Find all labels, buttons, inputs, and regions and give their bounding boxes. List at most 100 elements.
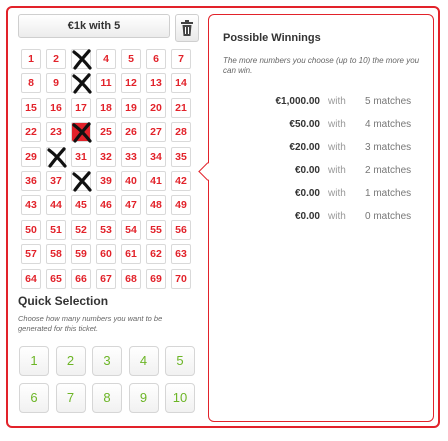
quick-select-button[interactable]: 3 bbox=[92, 346, 122, 376]
number-cell[interactable] bbox=[71, 49, 92, 70]
quick-select-button[interactable]: 10 bbox=[165, 383, 195, 413]
number-cell[interactable]: 27 bbox=[146, 122, 166, 143]
with-label: with bbox=[328, 119, 346, 130]
number-cell[interactable]: 43 bbox=[21, 195, 41, 216]
number-cell[interactable]: 33 bbox=[121, 146, 141, 167]
with-label: with bbox=[328, 188, 346, 199]
x-mark-icon bbox=[72, 122, 92, 143]
quick-select-button[interactable]: 1 bbox=[19, 346, 49, 376]
quick-select-button[interactable]: 9 bbox=[128, 383, 159, 413]
number-cell[interactable]: 29 bbox=[21, 146, 41, 167]
number-cell[interactable]: 19 bbox=[121, 97, 141, 118]
winnings-amount: €0.00 bbox=[294, 188, 320, 199]
clear-ticket-button[interactable] bbox=[175, 14, 199, 42]
number-cell[interactable]: 23 bbox=[46, 122, 66, 143]
winnings-amount: €20.00 bbox=[289, 142, 320, 153]
number-cell[interactable]: 22 bbox=[21, 122, 41, 143]
with-label: with bbox=[328, 96, 346, 107]
number-cell[interactable]: 17 bbox=[71, 97, 91, 118]
number-cell[interactable]: 68 bbox=[121, 268, 141, 289]
number-cell[interactable]: 55 bbox=[146, 219, 166, 240]
number-cell[interactable]: 51 bbox=[46, 219, 66, 240]
number-cell[interactable]: 26 bbox=[121, 122, 141, 143]
number-cell[interactable]: 4 bbox=[96, 49, 116, 69]
number-cell[interactable]: 13 bbox=[146, 73, 166, 94]
matches-label: 2 matches bbox=[365, 165, 412, 176]
trash-icon bbox=[181, 20, 193, 36]
winnings-amount: €50.00 bbox=[289, 119, 320, 130]
number-cell[interactable]: 52 bbox=[71, 219, 91, 240]
number-cell[interactable]: 61 bbox=[121, 244, 141, 265]
number-cell[interactable]: 58 bbox=[46, 244, 66, 265]
quick-select-button[interactable]: 2 bbox=[55, 346, 86, 376]
x-mark-icon bbox=[72, 49, 92, 70]
matches-label: 3 matches bbox=[365, 142, 412, 153]
number-cell[interactable]: 62 bbox=[146, 244, 166, 265]
number-cell[interactable]: 69 bbox=[146, 268, 166, 289]
number-cell[interactable]: 53 bbox=[96, 219, 116, 240]
quick-selection-description: Choose how many numbers you want to be g… bbox=[18, 314, 163, 333]
number-cell[interactable]: 37 bbox=[46, 171, 66, 191]
number-cell[interactable]: 21 bbox=[171, 97, 191, 118]
number-cell[interactable]: 39 bbox=[96, 171, 116, 191]
number-cell[interactable]: 46 bbox=[96, 195, 116, 216]
number-cell[interactable]: 36 bbox=[21, 171, 41, 191]
number-cell[interactable]: 66 bbox=[71, 268, 91, 289]
number-cell[interactable]: 65 bbox=[46, 268, 66, 289]
number-cell[interactable] bbox=[46, 146, 67, 168]
number-cell[interactable]: 31 bbox=[71, 146, 91, 167]
number-cell[interactable]: 32 bbox=[96, 146, 116, 167]
number-cell[interactable]: 41 bbox=[146, 171, 166, 191]
number-cell[interactable]: 48 bbox=[146, 195, 166, 216]
number-cell[interactable]: 18 bbox=[96, 97, 116, 118]
quick-select-button[interactable]: 7 bbox=[55, 383, 86, 413]
number-cell[interactable]: 59 bbox=[71, 244, 91, 265]
number-cell[interactable]: 54 bbox=[121, 219, 141, 240]
number-cell[interactable]: 35 bbox=[171, 146, 191, 167]
x-mark-icon bbox=[72, 73, 92, 94]
number-cell[interactable]: 50 bbox=[21, 219, 41, 240]
winnings-row: €50.00 with 4 matches bbox=[220, 119, 430, 133]
number-cell[interactable]: 70 bbox=[171, 268, 191, 289]
matches-label: 4 matches bbox=[365, 119, 412, 130]
winnings-amount: €1,000.00 bbox=[275, 96, 321, 107]
number-cell[interactable]: 16 bbox=[46, 97, 66, 118]
number-cell[interactable]: 60 bbox=[96, 244, 116, 265]
number-cell[interactable]: 44 bbox=[46, 195, 66, 216]
number-cell[interactable]: 11 bbox=[96, 73, 116, 94]
number-cell[interactable]: 42 bbox=[171, 171, 191, 191]
number-cell[interactable]: 15 bbox=[21, 97, 41, 118]
number-cell[interactable]: 5 bbox=[121, 49, 141, 69]
number-cell[interactable]: 25 bbox=[96, 122, 116, 143]
number-cell[interactable]: 2 bbox=[46, 49, 66, 69]
matches-label: 5 matches bbox=[365, 96, 412, 107]
number-cell[interactable]: 7 bbox=[171, 49, 191, 69]
number-cell[interactable] bbox=[71, 122, 92, 143]
quick-select-button[interactable]: 6 bbox=[19, 383, 49, 413]
quick-select-button[interactable]: 8 bbox=[92, 383, 122, 413]
number-cell[interactable]: 34 bbox=[146, 146, 166, 167]
number-cell[interactable]: 20 bbox=[146, 97, 166, 118]
number-cell[interactable]: 9 bbox=[46, 73, 66, 94]
number-cell[interactable]: 47 bbox=[121, 195, 141, 216]
number-cell[interactable]: 57 bbox=[21, 244, 41, 265]
number-cell[interactable]: 28 bbox=[171, 122, 191, 143]
number-cell[interactable]: 6 bbox=[146, 49, 166, 69]
number-cell[interactable]: 49 bbox=[171, 195, 191, 216]
quick-select-button[interactable]: 4 bbox=[128, 346, 159, 376]
number-cell[interactable]: 45 bbox=[71, 195, 91, 216]
number-cell[interactable]: 64 bbox=[21, 268, 41, 289]
number-cell[interactable]: 14 bbox=[171, 73, 191, 94]
matches-label: 0 matches bbox=[365, 211, 412, 222]
number-cell[interactable] bbox=[71, 171, 92, 192]
number-cell[interactable]: 8 bbox=[21, 73, 41, 94]
number-cell[interactable]: 40 bbox=[121, 171, 141, 191]
number-cell[interactable]: 56 bbox=[171, 219, 191, 240]
quick-select-button[interactable]: 5 bbox=[165, 346, 195, 376]
number-cell[interactable]: 12 bbox=[121, 73, 141, 94]
number-cell[interactable]: 67 bbox=[96, 268, 116, 289]
number-cell[interactable] bbox=[71, 73, 92, 94]
number-cell[interactable]: 63 bbox=[171, 244, 191, 265]
number-cell[interactable]: 1 bbox=[21, 49, 41, 69]
winnings-row: €0.00 with 1 matches bbox=[220, 188, 430, 202]
